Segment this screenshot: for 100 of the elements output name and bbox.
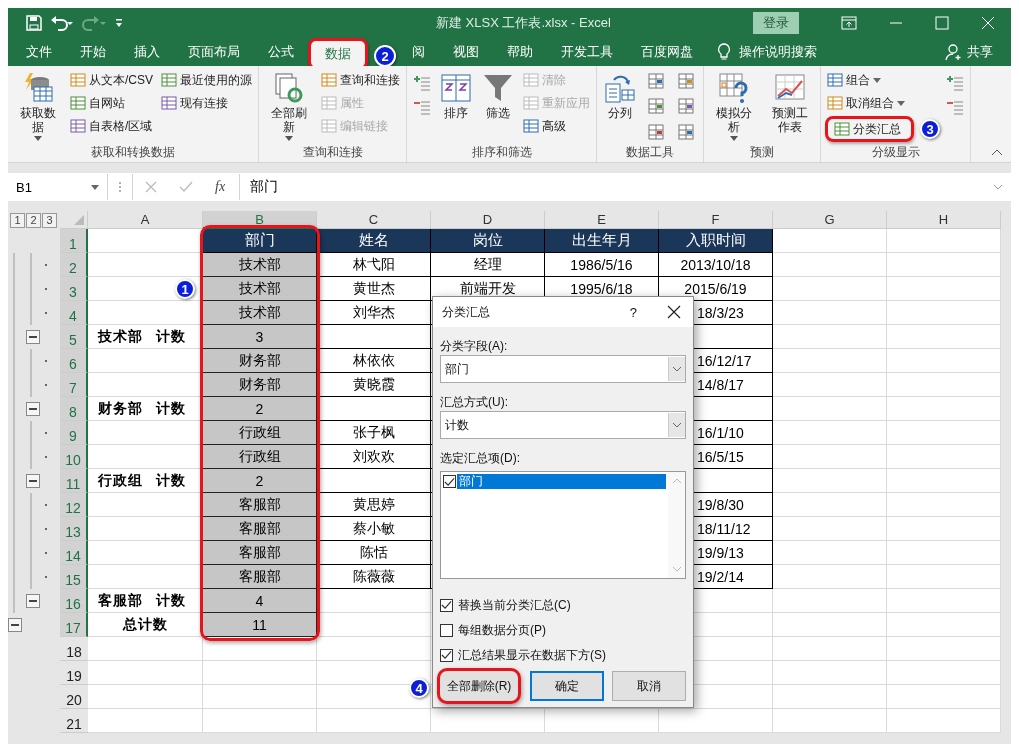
table-icon[interactable] [647, 72, 665, 90]
checkbox[interactable] [443, 475, 456, 488]
row-header[interactable]: 9 [60, 421, 88, 445]
ribbon-tab[interactable]: 文件 [12, 38, 66, 66]
column-header[interactable]: G [773, 211, 887, 229]
ribbon-button[interactable]: 模拟分析 [708, 70, 760, 144]
row-header[interactable]: 1 [60, 229, 88, 253]
row-header[interactable]: 13 [60, 517, 88, 541]
ribbon-button[interactable]: 自表格/区域 [68, 116, 155, 136]
row-header[interactable]: 20 [60, 685, 88, 709]
row-header[interactable]: 2 [60, 253, 88, 277]
close-icon[interactable] [667, 305, 681, 319]
ribbon-tab[interactable]: 帮助 [493, 38, 547, 66]
row-header[interactable]: 21 [60, 709, 88, 733]
collapse-button[interactable] [26, 594, 40, 608]
table-icon[interactable] [677, 122, 695, 141]
expand-icon[interactable] [993, 184, 1003, 190]
ribbon-button[interactable]: 分列 [601, 70, 639, 144]
undo-icon[interactable] [50, 15, 74, 31]
column-header[interactable]: D [431, 211, 545, 229]
help-button[interactable]: ? [629, 304, 637, 320]
check-icon[interactable] [179, 181, 193, 193]
save-icon[interactable] [26, 15, 42, 31]
row-header[interactable]: 18 [60, 637, 88, 661]
ribbon-tab[interactable]: 开始 [66, 38, 120, 66]
ribbon-button[interactable]: 分类汇总 [825, 116, 914, 142]
plus-icon[interactable] [413, 74, 431, 92]
share-button[interactable]: 共享 [967, 43, 993, 61]
ribbon-button[interactable]: 现有连接 [159, 93, 230, 113]
ribbon-display-icon[interactable] [841, 16, 857, 30]
ribbon-button[interactable]: 筛选 [479, 70, 517, 144]
checkbox[interactable] [440, 623, 453, 637]
formula-input[interactable]: 部门 [250, 178, 983, 196]
checkbox[interactable] [440, 648, 453, 662]
ribbon-button[interactable]: 高级 [521, 116, 568, 136]
row-header[interactable]: 14 [60, 541, 88, 565]
ribbon-button[interactable]: 全部刷新 [263, 70, 315, 144]
ribbon-tab[interactable]: 页面布局 [174, 38, 254, 66]
ribbon-tab[interactable]: 公式 [254, 38, 308, 66]
row-header[interactable]: 8 [60, 397, 88, 421]
tell-me-search[interactable]: 操作说明搜索 [739, 43, 817, 61]
plus-icon[interactable] [946, 74, 964, 92]
maximize-icon[interactable] [935, 16, 949, 30]
table-icon[interactable] [647, 97, 665, 116]
collapse-ribbon-icon[interactable] [991, 148, 1003, 156]
dialog-button[interactable]: 全部删除(R) [437, 668, 521, 704]
drag-handle-icon[interactable] [118, 180, 122, 194]
row-header[interactable]: 16 [60, 589, 88, 613]
ribbon-button[interactable]: 从文本/CSV [68, 70, 155, 90]
dropdown-field[interactable]: 计数 [440, 411, 686, 439]
row-header[interactable]: 19 [60, 661, 88, 685]
ribbon-button[interactable]: 最近使用的源 [159, 70, 254, 90]
column-header[interactable]: H [887, 211, 1001, 229]
table-icon[interactable] [677, 97, 695, 116]
dropdown-field[interactable]: 部门 [440, 355, 686, 383]
ribbon-tab[interactable]: 阅 [398, 38, 439, 66]
dialog-button[interactable]: 确定 [529, 671, 604, 701]
row-header[interactable]: 10 [60, 445, 88, 469]
row-header[interactable]: 12 [60, 493, 88, 517]
collapse-button[interactable] [26, 402, 40, 416]
scrollbar[interactable] [668, 472, 685, 578]
row-header[interactable]: 6 [60, 349, 88, 373]
row-header[interactable]: 3 [60, 277, 88, 301]
minus-icon[interactable] [413, 98, 431, 116]
minus-icon [29, 408, 37, 410]
ribbon-button[interactable]: 排序 [437, 70, 475, 144]
column-header[interactable]: C [317, 211, 431, 229]
list-item[interactable]: 部门 [457, 474, 666, 489]
row-header[interactable]: 4 [60, 301, 88, 325]
row-header[interactable]: 7 [60, 373, 88, 397]
sign-in-button[interactable]: 登录 [753, 12, 799, 34]
person-icon[interactable] [945, 43, 963, 61]
column-header[interactable]: A [88, 211, 203, 229]
collapse-button[interactable] [8, 618, 22, 632]
collapse-button[interactable] [26, 474, 40, 488]
row-header[interactable]: 15 [60, 565, 88, 589]
ribbon-tab[interactable]: 百度网盘 [627, 38, 707, 66]
ribbon-tab[interactable]: 插入 [120, 38, 174, 66]
dialog-button[interactable]: 取消 [612, 671, 686, 701]
minus-icon[interactable] [946, 98, 964, 116]
collapse-button[interactable] [26, 330, 40, 344]
column-header[interactable]: E [545, 211, 659, 229]
table-icon[interactable] [647, 122, 665, 141]
row-header[interactable]: 5 [60, 325, 88, 349]
table-cell: 客服部 [203, 493, 317, 517]
ribbon-button[interactable]: 查询和连接 [319, 70, 402, 90]
ribbon-button[interactable]: 获取数据 [12, 70, 64, 144]
name-box[interactable]: B1 [8, 174, 108, 200]
ribbon-button[interactable]: 组合 [825, 70, 883, 90]
column-header[interactable]: F [659, 211, 773, 229]
insert-function-button[interactable]: fx [215, 179, 226, 195]
row-header[interactable]: 11 [60, 469, 88, 493]
ribbon-button[interactable]: 自网站 [68, 93, 127, 113]
ribbon-tab[interactable]: 视图 [439, 38, 493, 66]
table-icon[interactable] [677, 72, 695, 90]
ribbon-button[interactable]: 取消组合 [825, 93, 907, 113]
ribbon-tab[interactable]: 开发工具 [547, 38, 627, 66]
checkbox[interactable] [440, 598, 453, 612]
ribbon-button[interactable]: 预测工作表 [764, 70, 816, 144]
row-header[interactable]: 17 [60, 613, 88, 637]
